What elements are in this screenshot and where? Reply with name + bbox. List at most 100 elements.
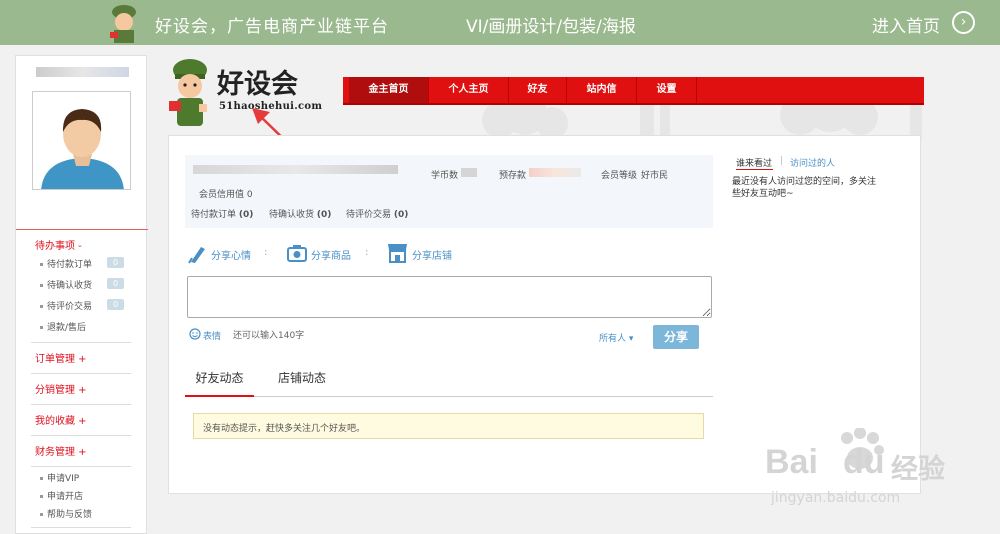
todo-label: 退款/售后 (47, 323, 87, 333)
banner-subtitle: VI/画册设计/包装/海报 (466, 17, 636, 37)
share-shop-button[interactable]: 分享店铺 (412, 247, 452, 262)
pending-receipt[interactable]: 待确认收货 (0) (269, 207, 331, 220)
mascot-icon (169, 59, 207, 126)
main-nav: 金主首页 个人主页 好友 站内信 设置 (343, 77, 924, 105)
user-avatar-icon (33, 92, 130, 189)
post-textarea[interactable] (187, 276, 712, 318)
pending-payment-count: (0) (238, 210, 254, 220)
credit-value: 会员信用值 0 (199, 190, 253, 200)
count-badge: 0 (107, 299, 124, 310)
nav-item-friends[interactable]: 好友 (509, 77, 567, 103)
avatar[interactable] (32, 91, 131, 190)
nav-item-home[interactable]: 金主首页 (349, 77, 429, 103)
distribution-menu[interactable]: 分销管理 + (35, 381, 87, 396)
coin-label: 学币数 (431, 171, 459, 181)
level-value: 好市民 (641, 171, 669, 181)
chevron-down-icon: ▾ (628, 334, 634, 344)
bullet-icon (40, 477, 43, 480)
pending-payment[interactable]: 待付款订单 (0) (191, 207, 253, 220)
logo-name: 好设会 (217, 69, 298, 100)
bullet-icon (40, 263, 43, 266)
divider (31, 342, 131, 343)
apply-vip-link[interactable]: 申请VIP (40, 471, 79, 484)
separator: | (780, 156, 784, 166)
pending-review-count: (0) (393, 210, 409, 220)
todo-item-pending-receipt[interactable]: 待确认收货 (40, 278, 92, 291)
mascot-icon (110, 5, 136, 43)
pending-receipt-label: 待确认收货 (269, 210, 315, 220)
divider (31, 435, 131, 436)
pen-icon (188, 247, 205, 264)
divider (16, 229, 148, 230)
tab-who-visited[interactable]: 谁来看过 (736, 156, 772, 169)
todo-label: 待确认收货 (47, 281, 93, 291)
arrow-right-icon[interactable]: › (952, 11, 975, 34)
camera-icon (287, 245, 307, 262)
empty-feed-notice: 没有动态提示，赶快多关注几个好友吧。 (193, 413, 704, 439)
link-label: 申请VIP (47, 474, 80, 484)
active-tab-underline (736, 169, 773, 170)
divider (31, 404, 131, 405)
bullet-icon (40, 326, 43, 329)
username-blurred (36, 67, 129, 77)
link-label: 申请开店 (47, 492, 84, 502)
audience-select[interactable]: 所有人 ▾ (599, 331, 633, 344)
bullet-icon (40, 495, 43, 498)
help-feedback-link[interactable]: 帮助与反馈 (40, 507, 92, 520)
todo-label: 待付款订单 (47, 260, 93, 270)
watermark-brand: Bai (765, 443, 818, 481)
orders-menu[interactable]: 订单管理 + (35, 350, 87, 365)
shop-icon (388, 244, 407, 263)
todo-item-pending-review[interactable]: 待评价交易 (40, 299, 92, 312)
count-badge: 0 (107, 257, 124, 268)
finance-menu[interactable]: 财务管理 + (35, 443, 87, 458)
baidu-watermark: Bai du 经验 jingyan.baidu.com (765, 428, 1000, 534)
audience-label: 所有人 (599, 334, 627, 344)
watermark-cn: 经验 (891, 454, 945, 485)
emoji-icon[interactable] (189, 328, 201, 340)
favorites-menu[interactable]: 我的收藏 + (35, 412, 87, 427)
tab-shops-feed[interactable]: 店铺动态 (278, 369, 326, 386)
bullet-icon (40, 513, 43, 516)
bullet-icon (40, 305, 43, 308)
banner-title: 好设会，广告电商产业链平台 (155, 17, 389, 37)
char-limit: 还可以输入140字 (233, 331, 305, 341)
tab-friends-feed[interactable]: 好友动态 (185, 369, 254, 397)
share-submit-button[interactable]: 分享 (653, 325, 699, 349)
divider (31, 527, 131, 528)
separator: : (264, 247, 268, 258)
username-blurred (193, 165, 398, 174)
deposit-label: 预存款 (499, 171, 527, 181)
top-banner: 好设会，广告电商产业链平台 VI/画册设计/包装/海报 进入首页 › (0, 0, 1000, 45)
todo-item-refund[interactable]: 退款/售后 (40, 320, 86, 333)
level-label: 会员等级 (601, 171, 638, 181)
share-goods-button[interactable]: 分享商品 (311, 247, 351, 262)
watermark-brand-tail: du (843, 443, 885, 481)
visitors-empty-text: 最近没有人访问过您的空间，多关注些好友互动吧~ (732, 177, 877, 199)
apply-shop-link[interactable]: 申请开店 (40, 489, 83, 502)
feed-tabs: 好友动态 店铺动态 (185, 364, 713, 397)
divider (31, 373, 131, 374)
deposit-value-blurred (529, 168, 581, 177)
todo-header[interactable]: 待办事项 - (35, 237, 82, 252)
watermark-url: jingyan.baidu.com (771, 490, 901, 506)
count-badge: 0 (107, 278, 124, 289)
emoji-button[interactable]: 表情 (203, 329, 221, 342)
share-mood-button[interactable]: 分享心情 (211, 247, 251, 262)
enter-home-link[interactable]: 进入首页 (872, 12, 940, 37)
nav-item-settings[interactable]: 设置 (637, 77, 697, 103)
divider (31, 466, 131, 467)
account-info: 学币数 预存款 会员等级 好市民 会员信用值 0 待付款订单 (0) 待确认收货… (185, 155, 713, 228)
pending-review[interactable]: 待评价交易 (0) (346, 207, 408, 220)
pending-review-label: 待评价交易 (346, 210, 392, 220)
coin-value-blurred (461, 168, 477, 177)
tab-visited-people[interactable]: 访问过的人 (790, 156, 835, 169)
pending-receipt-count: (0) (316, 210, 332, 220)
todo-item-pending-payment[interactable]: 待付款订单 (40, 257, 92, 270)
link-label: 帮助与反馈 (47, 510, 93, 520)
pending-payment-label: 待付款订单 (191, 210, 237, 220)
nav-item-messages[interactable]: 站内信 (567, 77, 637, 103)
nav-item-profile[interactable]: 个人主页 (429, 77, 509, 103)
todo-label: 待评价交易 (47, 302, 93, 312)
bullet-icon (40, 284, 43, 287)
